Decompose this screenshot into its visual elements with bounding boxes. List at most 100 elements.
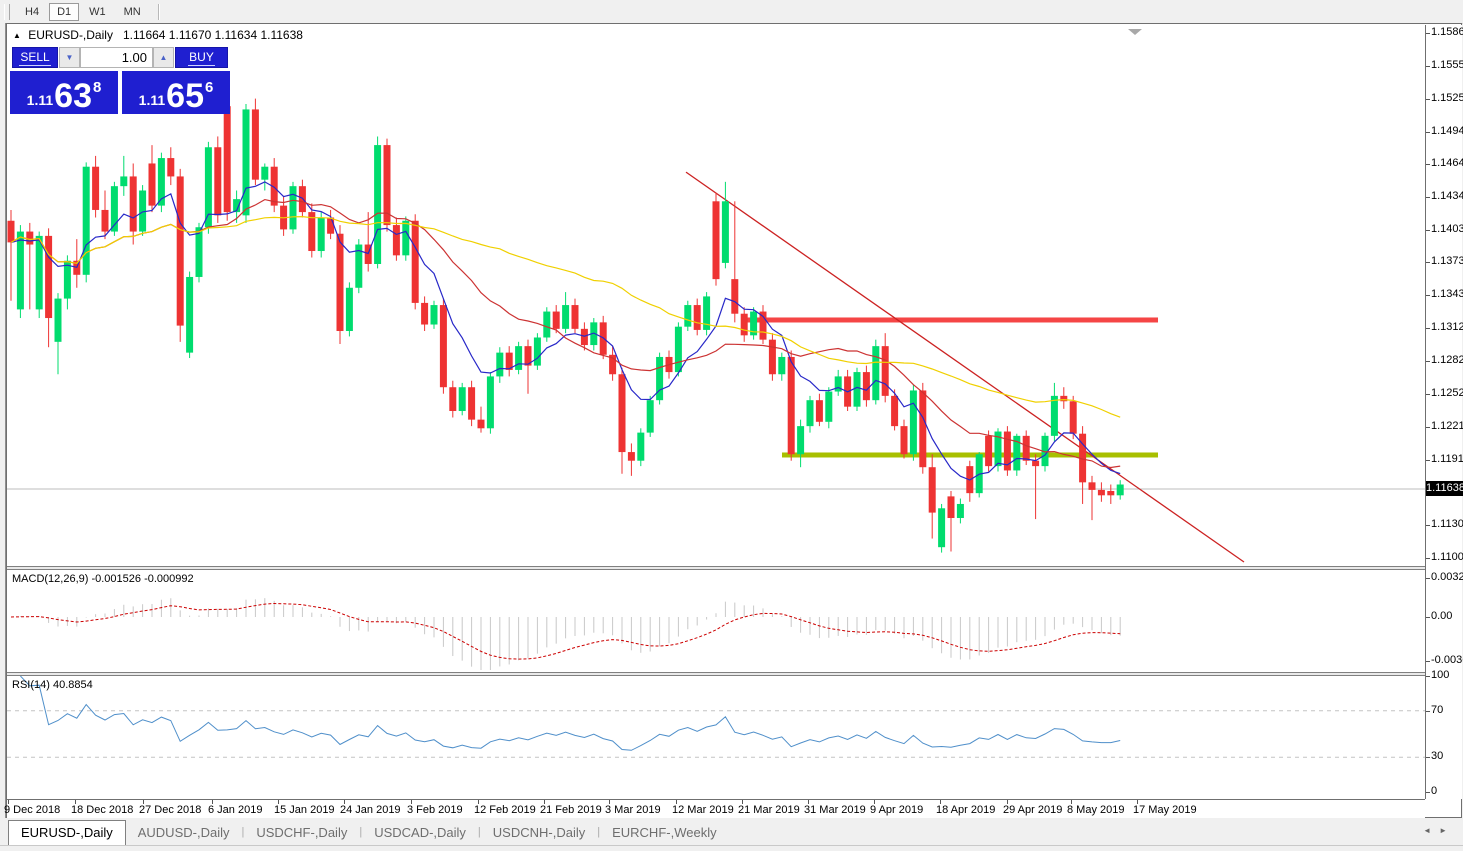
price-axis-label: 1.14645 <box>1431 157 1463 169</box>
date-axis-label: 3 Mar 2019 <box>605 804 661 816</box>
price-axis-label: 1.14945 <box>1431 124 1463 137</box>
price-axis[interactable]: 1.15860 1.15555 1.15250 1.14945 1.14645 1.143… <box>1425 25 1463 799</box>
chart-tab-eurusd-daily[interactable]: EURUSD-,Daily <box>8 820 126 845</box>
macd-plot <box>10 598 1121 670</box>
sell-price-button[interactable]: 1.11 63 8 <box>10 71 118 114</box>
date-axis-label: 18 Apr 2019 <box>936 804 996 816</box>
price-axis-label: 1.15860 <box>1431 25 1463 38</box>
tab-scroll-arrows[interactable]: ◄► <box>1423 826 1455 835</box>
axis-tick <box>1426 459 1430 461</box>
axis-tick <box>1426 361 1430 363</box>
timeframe-d1-button[interactable]: D1 <box>49 2 80 21</box>
macd-label: MACD(12,26,9) -0.001526 -0.000992 <box>12 573 194 585</box>
date-axis-label: 24 Jan 2019 <box>340 804 401 816</box>
date-axis-label: 9 Apr 2019 <box>870 804 924 816</box>
buy-price-prefix: 1.11 <box>138 92 166 108</box>
axis-tick <box>1426 229 1430 231</box>
price-axis-label: 1.13735 <box>1431 255 1463 268</box>
rsi-axis-label: 0 <box>1431 785 1438 797</box>
sell-price-prefix: 1.11 <box>26 92 54 108</box>
buy-price-pip-digit: 6 <box>204 79 214 96</box>
axis-tick <box>1426 328 1430 330</box>
volume-increase-button[interactable]: ▲ <box>153 47 174 68</box>
date-axis-label: 21 Feb 2019 <box>540 804 602 816</box>
main-chart-pane[interactable]: ▲ EURUSD-,Daily 1.11664 1.11670 1.11634 … <box>7 25 1425 566</box>
macd-axis-label: 0.00 <box>1431 610 1453 622</box>
sell-price-pip-digit: 8 <box>92 79 102 96</box>
axis-tick <box>1426 98 1430 100</box>
volume-decrease-button[interactable]: ▼ <box>59 47 80 68</box>
axis-tick <box>1426 617 1430 618</box>
axis-tick <box>1426 710 1430 712</box>
sell-price-big-digits: 63 <box>54 77 92 115</box>
chart-tab-usdchf-daily[interactable]: USDCHF-,Daily <box>244 821 359 845</box>
axis-tick <box>1426 196 1430 198</box>
axis-tick <box>1426 660 1430 662</box>
buy-price-button[interactable]: 1.11 65 6 <box>122 71 230 114</box>
axis-tick <box>1426 676 1430 677</box>
date-axis-label: 18 Dec 2018 <box>71 804 134 816</box>
date-axis-label: 17 May 2019 <box>1133 804 1197 816</box>
volume-input[interactable] <box>80 47 153 68</box>
rsi-plot <box>7 676 1425 758</box>
chart-tab-bar: EURUSD-,Daily AUDUSD-,Daily | USDCHF-,Daily… <box>0 818 1463 845</box>
rsi-axis-label: 100 <box>1431 669 1450 681</box>
rsi-axis-label: 70 <box>1431 703 1444 716</box>
date-axis-label: 27 Dec 2018 <box>139 804 202 816</box>
date-axis-label: 21 Mar 2019 <box>738 804 800 816</box>
axis-tick <box>1426 262 1430 264</box>
axis-tick <box>1426 757 1430 759</box>
axis-tick <box>1426 295 1430 297</box>
price-axis-label: 1.15555 <box>1431 58 1463 71</box>
axis-tick <box>1426 426 1430 428</box>
date-axis-label: 3 Feb 2019 <box>407 804 463 816</box>
macd-axis-label: -0.003659 <box>1431 653 1463 666</box>
buy-button[interactable]: BUY <box>175 47 228 68</box>
chart-tab-usdcad-daily[interactable]: USDCAD-,Daily <box>362 821 478 845</box>
chart-tab-usdcnh-daily[interactable]: USDCNH-,Daily <box>481 821 597 845</box>
date-axis-label: 9 Dec 2018 <box>4 804 61 816</box>
axis-tick <box>1426 32 1430 34</box>
rsi-axis-label: 30 <box>1431 750 1444 763</box>
date-axis-label: 29 Apr 2019 <box>1003 804 1063 816</box>
price-axis-label: 1.12520 <box>1431 386 1463 399</box>
price-axis-label: 1.14035 <box>1431 222 1463 235</box>
axis-tick <box>1426 577 1430 579</box>
axis-tick <box>1426 393 1430 395</box>
date-axis-label: 12 Mar 2019 <box>672 804 734 816</box>
sell-button[interactable]: SELL <box>12 47 58 68</box>
price-axis-label: 1.13125 <box>1431 321 1463 334</box>
rsi-pane[interactable]: RSI(14) 40.8854 <box>7 676 1425 799</box>
macd-pane[interactable]: MACD(12,26,9) -0.001526 -0.000992 <box>7 570 1425 672</box>
price-axis-label: 1.11000 <box>1431 551 1463 563</box>
chart-tab-audusd-daily[interactable]: AUDUSD-,Daily <box>126 821 242 845</box>
axis-tick <box>1426 65 1430 67</box>
timeframe-mn-button[interactable]: MN <box>116 3 149 21</box>
toolbar-grip[interactable] <box>4 3 10 20</box>
timeframe-w1-button[interactable]: W1 <box>81 3 114 21</box>
price-axis-label: 1.12820 <box>1431 354 1463 367</box>
status-bar <box>0 845 1463 851</box>
price-axis-label: 1.11910 <box>1431 452 1463 465</box>
chart-ohlc-values: 1.11664 1.11670 1.11634 1.11638 <box>122 28 303 42</box>
collapse-triangle-icon[interactable]: ▲ <box>13 31 21 40</box>
chevron-up-icon: ▲ <box>159 53 168 62</box>
price-axis-label: 1.14340 <box>1431 189 1463 202</box>
date-axis-label: 15 Jan 2019 <box>274 804 335 816</box>
chart-tab-eurchf-weekly[interactable]: EURCHF-,Weekly <box>600 821 729 845</box>
timeframe-h4-button[interactable]: H4 <box>17 3 47 21</box>
axis-tick <box>1426 792 1430 793</box>
chart-symbol-label: EURUSD-,Daily <box>28 28 113 42</box>
chart-window: ▲ EURUSD-,Daily 1.11664 1.11670 1.11634 … <box>4 23 1463 818</box>
date-axis-label: 12 Feb 2019 <box>474 804 536 816</box>
chart-title: ▲ EURUSD-,Daily 1.11664 1.11670 1.11634 … <box>13 28 303 42</box>
toolbar-separator <box>157 3 160 20</box>
date-axis-label: 6 Jan 2019 <box>208 804 263 816</box>
price-axis-label: 1.13430 <box>1431 288 1463 301</box>
price-axis-label: 1.12215 <box>1431 419 1463 432</box>
date-axis[interactable]: 9 Dec 2018 18 Dec 2018 27 Dec 2018 6 Jan 20… <box>4 799 1425 818</box>
date-axis-label: 8 May 2019 <box>1067 804 1125 816</box>
buy-price-big-digits: 65 <box>166 77 204 115</box>
rsi-label: RSI(14) 40.8854 <box>12 679 93 691</box>
price-axis-label: 1.15250 <box>1431 91 1463 104</box>
